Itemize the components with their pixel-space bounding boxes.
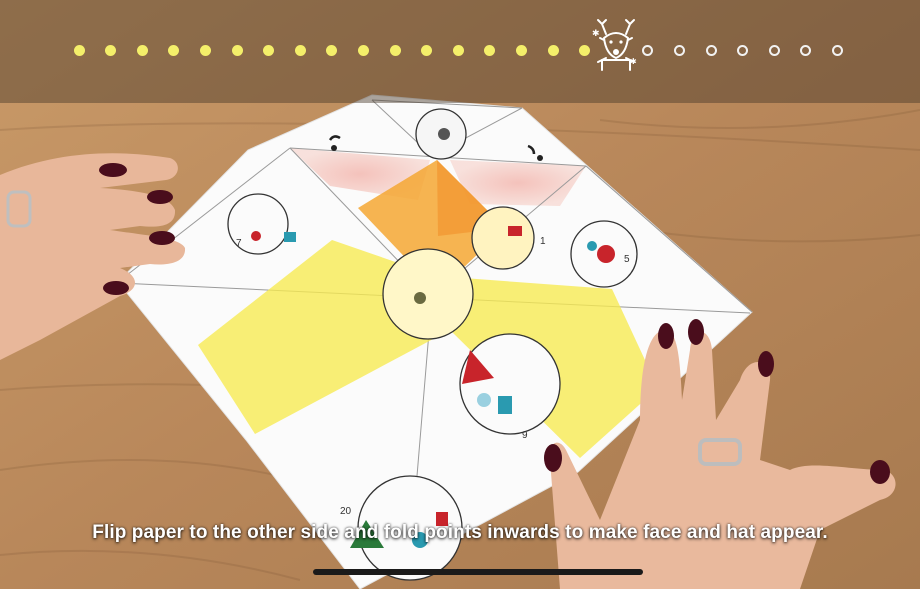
step-dot-complete: [579, 44, 591, 56]
svg-text:✱: ✱: [592, 29, 600, 39]
step-dot-complete: [452, 44, 464, 56]
step-dot-complete: [389, 44, 401, 56]
step-dot-pending: [737, 44, 749, 56]
step-dot-pending: [800, 44, 812, 56]
step-dot-complete: [326, 44, 338, 56]
video-caption: Flip paper to the other side and fold po…: [92, 522, 828, 543]
step-dot-complete: [199, 44, 211, 56]
step-dot-complete: [263, 44, 275, 56]
step-dot-pending: [642, 44, 654, 56]
step-dot-pending: [831, 44, 843, 56]
step-dot-complete: [105, 44, 117, 56]
paper-number: 9: [522, 430, 528, 441]
step-dot-pending: [768, 44, 780, 56]
svg-text:✱: ✱: [630, 57, 637, 66]
paper-number: 20: [340, 506, 352, 517]
step-dot-complete: [357, 44, 369, 56]
reindeer-icon: ✱ ✱: [592, 19, 637, 71]
video-frame: 1 5 20 9 7 ✱ ✱ Flip paper to the other s…: [0, 0, 920, 589]
step-dot-complete: [515, 44, 527, 56]
step-dot-complete: [73, 44, 85, 56]
step-dot-complete: [484, 44, 496, 56]
step-dot-pending: [705, 44, 717, 56]
paper-number: 5: [624, 254, 630, 265]
paper-number: 7: [236, 238, 242, 249]
paper-number: 1: [540, 236, 546, 247]
step-dot-complete: [231, 44, 243, 56]
step-dot-pending: [673, 44, 685, 56]
step-dot-complete: [421, 44, 433, 56]
step-dot-complete: [168, 44, 180, 56]
step-dot-complete: [136, 44, 148, 56]
step-dot-complete: [294, 44, 306, 56]
step-dot-complete: [547, 44, 559, 56]
video-scrubber[interactable]: [313, 569, 643, 575]
